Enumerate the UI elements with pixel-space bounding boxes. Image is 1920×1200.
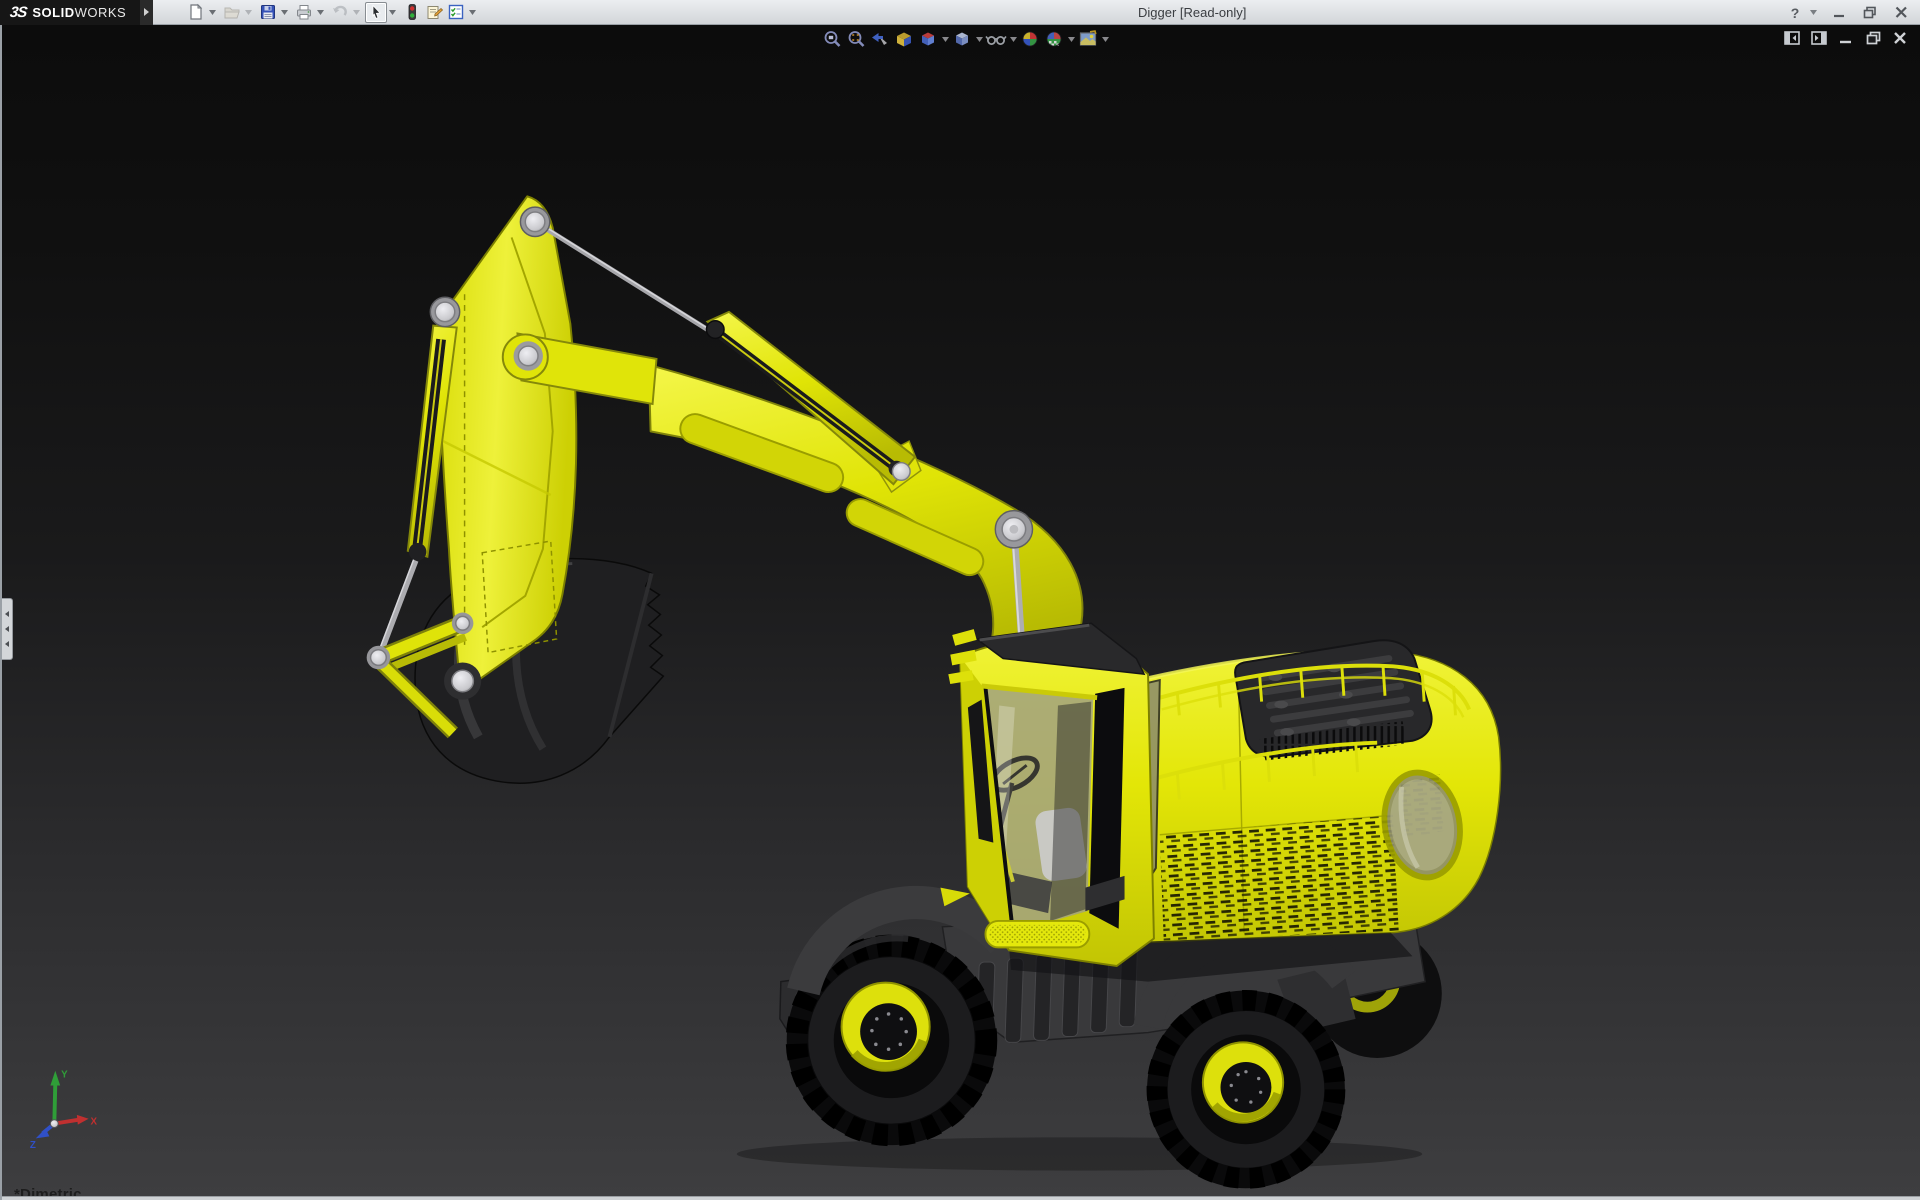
open-folder-icon <box>224 7 240 19</box>
zoom-to-fit-icon <box>824 31 841 47</box>
save-floppy-icon <box>261 5 276 19</box>
view-settings-icon <box>1079 30 1097 46</box>
solidworks-window: 3S SOLID WORKS Digger [Read-only] ? Y X … <box>0 0 1920 1200</box>
undo-button[interactable] <box>329 2 351 23</box>
zoom-to-area-icon <box>848 31 865 47</box>
select-button[interactable] <box>365 1 388 23</box>
save-dropdown[interactable] <box>279 2 290 23</box>
collapse-arrow-icon <box>5 611 9 617</box>
orientation-triad: Y X Z <box>30 1070 98 1151</box>
edit-appearance-button[interactable] <box>1018 28 1042 50</box>
view-settings-dropdown[interactable] <box>1100 28 1110 50</box>
open-dropdown[interactable] <box>243 2 254 23</box>
view-orientation-dropdown[interactable] <box>940 28 950 50</box>
engine-cover[interactable] <box>1234 639 1433 761</box>
undo-dropdown[interactable] <box>351 2 362 23</box>
rebuild-traffic-light-button[interactable] <box>401 2 423 23</box>
doc-close-button[interactable] <box>1892 30 1908 46</box>
print-icon <box>297 5 312 20</box>
titlebar: 3S SOLID WORKS Digger [Read-only] ? <box>0 0 1920 25</box>
previous-view-button[interactable] <box>868 28 892 50</box>
solidworks-logo: 3S SOLID WORKS <box>0 0 141 25</box>
triad-x-label: X <box>91 1117 98 1128</box>
collapse-arrow-icon <box>5 626 9 632</box>
appearance-ball-icon <box>1022 31 1038 47</box>
collapse-arrow-icon <box>5 641 9 647</box>
document-window-controls <box>1784 30 1908 46</box>
hide-show-items-dropdown[interactable] <box>1008 28 1018 50</box>
panel-left-toggle-button[interactable] <box>1784 30 1800 46</box>
apply-scene-button[interactable] <box>1042 28 1066 50</box>
new-document-button[interactable] <box>185 2 207 23</box>
panel-right-toggle-button[interactable] <box>1811 30 1827 46</box>
display-style-icon <box>956 32 968 46</box>
note-pencil-icon <box>427 6 443 19</box>
minimize-button[interactable] <box>1830 4 1848 22</box>
graphics-viewport[interactable]: Y X Z *Dimetric <box>0 25 1920 1200</box>
undo-icon <box>332 5 347 16</box>
save-button[interactable] <box>257 2 279 23</box>
wheel-rear[interactable] <box>1146 989 1346 1189</box>
doc-minimize-button[interactable] <box>1838 30 1854 46</box>
display-style-dropdown[interactable] <box>974 28 984 50</box>
help-dropdown[interactable] <box>1809 4 1817 22</box>
traffic-light-icon <box>408 4 417 20</box>
triad-y-label: Y <box>61 1070 68 1081</box>
zoom-to-area-button[interactable] <box>844 28 868 50</box>
apply-scene-dropdown[interactable] <box>1066 28 1076 50</box>
standard-toolbar <box>185 0 481 25</box>
section-view-button[interactable] <box>892 28 916 50</box>
view-settings-button[interactable] <box>1076 28 1100 50</box>
annotation-note-button[interactable] <box>423 2 445 23</box>
restore-button[interactable] <box>1861 4 1879 22</box>
view-orientation-icon <box>922 32 934 46</box>
triad-z-label: Z <box>30 1140 36 1151</box>
glasses-icon <box>985 36 1007 45</box>
zoom-to-fit-button[interactable] <box>820 28 844 50</box>
section-view-icon <box>897 32 911 47</box>
menu-expand-tab[interactable] <box>140 0 154 25</box>
view-orientation-button[interactable] <box>916 28 940 50</box>
display-style-button[interactable] <box>950 28 974 50</box>
doc-restore-button[interactable] <box>1865 30 1881 46</box>
open-button[interactable] <box>221 2 243 23</box>
select-dropdown[interactable] <box>387 2 398 23</box>
apply-scene-icon <box>1046 31 1062 47</box>
select-cursor-icon <box>372 4 382 19</box>
brand-3s: 3S <box>8 3 28 21</box>
document-title: Digger [Read-only] <box>1138 5 1247 20</box>
dipper-arm[interactable] <box>436 195 578 684</box>
excavator-model[interactable]: Y X Z <box>2 25 1920 1200</box>
brand-solid: SOLID <box>32 4 75 20</box>
checklist-icon <box>449 4 464 20</box>
print-button[interactable] <box>293 2 315 23</box>
options-checklist-button[interactable] <box>445 2 467 23</box>
options-dropdown[interactable] <box>467 2 478 23</box>
feature-manager-collapsed-tab[interactable] <box>2 598 13 660</box>
brand-works: WORKS <box>74 4 127 20</box>
print-dropdown[interactable] <box>315 2 326 23</box>
new-document-icon <box>190 3 203 20</box>
close-button[interactable] <box>1892 4 1910 22</box>
headsup-view-toolbar <box>820 28 1110 50</box>
status-bar-edge <box>2 1196 1920 1200</box>
previous-view-icon <box>872 33 887 45</box>
hide-show-items-button[interactable] <box>984 28 1008 50</box>
help-button[interactable]: ? <box>1786 4 1804 22</box>
new-document-dropdown[interactable] <box>207 2 218 23</box>
window-controls: ? <box>1786 0 1910 25</box>
